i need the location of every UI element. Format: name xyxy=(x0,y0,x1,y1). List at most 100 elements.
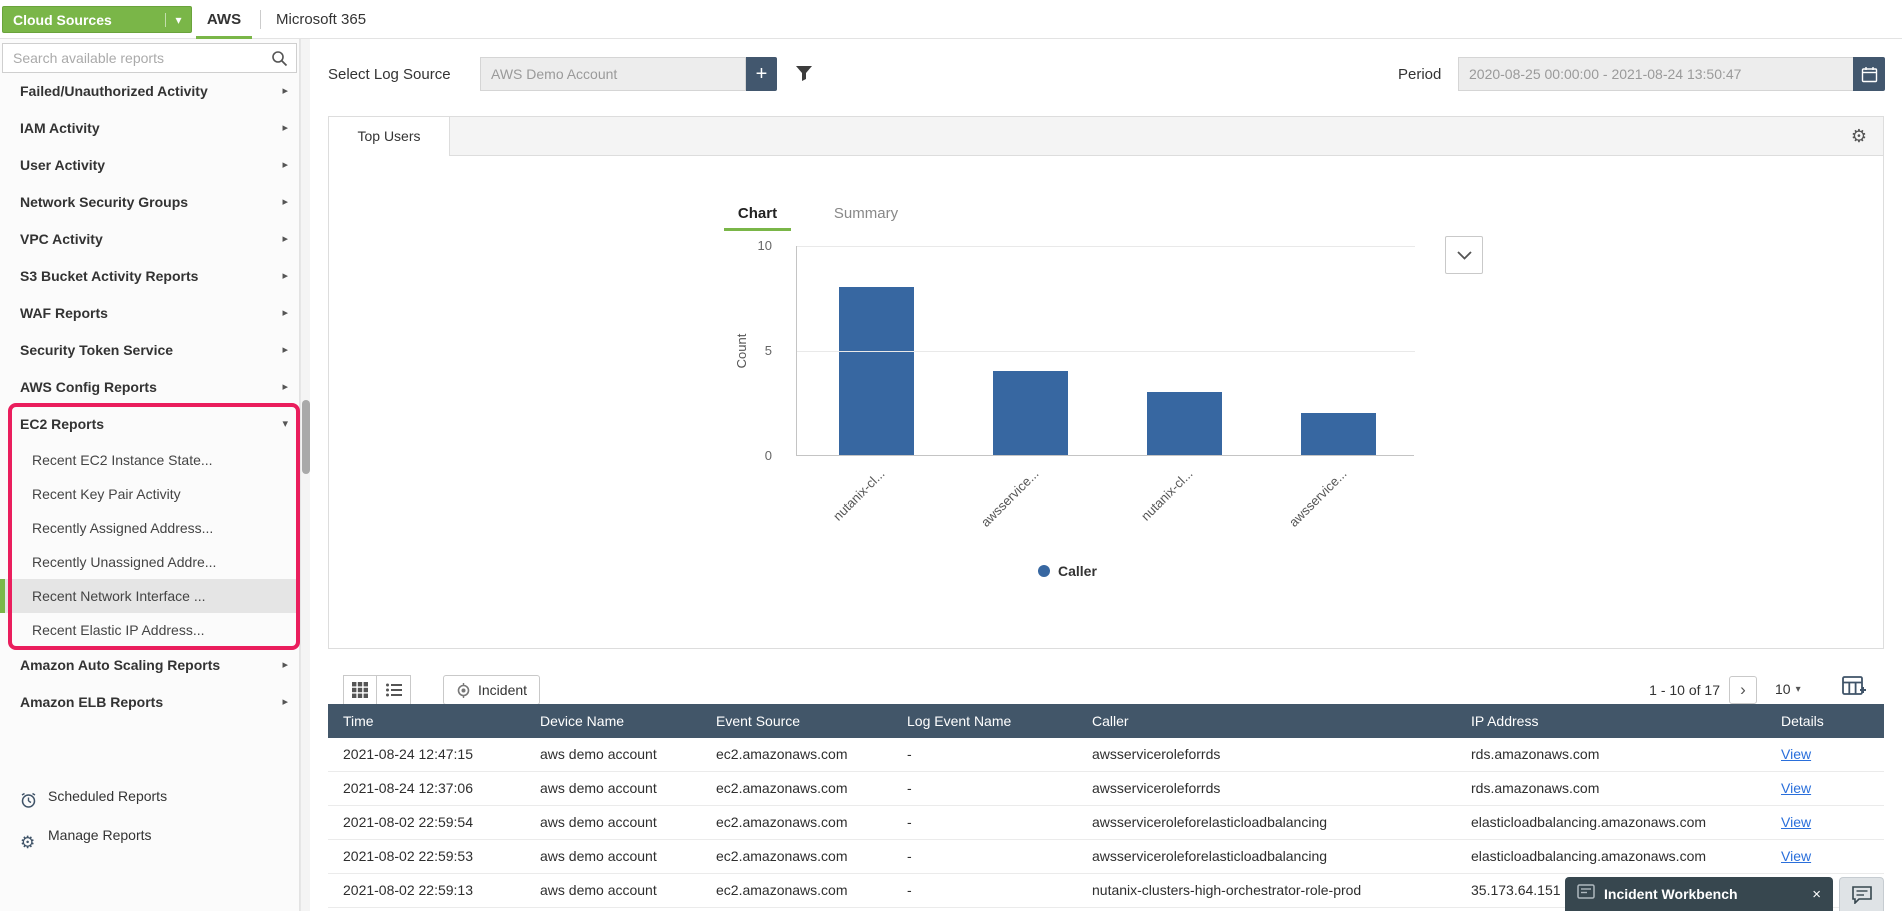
panel-settings-gear-icon[interactable]: ⚙ xyxy=(1851,126,1867,147)
next-page-button[interactable]: › xyxy=(1729,676,1757,704)
cloud-sources-dropdown[interactable]: Cloud Sources ▾ xyxy=(2,6,192,33)
chevron-down-icon[interactable]: ▾ xyxy=(165,13,191,27)
plus-icon: + xyxy=(756,63,768,86)
sidebar-subitem-recent-key-pair-activity[interactable]: Recent Key Pair Activity xyxy=(0,477,300,511)
add-log-source-button[interactable]: + xyxy=(746,57,777,91)
column-header-time[interactable]: Time xyxy=(328,704,525,738)
incident-button[interactable]: Incident xyxy=(443,675,540,705)
sidebar-item-vpc-activity[interactable]: VPC Activity ▸ xyxy=(0,221,300,258)
sidebar-item-iam-activity[interactable]: IAM Activity ▸ xyxy=(0,110,300,147)
column-header-details[interactable]: Details xyxy=(1766,704,1884,738)
cell-time: 2021-08-02 22:59:13 xyxy=(328,874,525,907)
cell-caller: awsserviceroleforrds xyxy=(1077,738,1456,771)
sidebar-scrollbar-thumb[interactable] xyxy=(302,400,310,474)
reports-sidebar: Failed/Unauthorized Activity ▸ IAM Activ… xyxy=(0,39,300,911)
sidebar-item-aws-config-reports[interactable]: AWS Config Reports ▸ xyxy=(0,369,300,406)
chevron-right-icon: ▸ xyxy=(282,73,288,110)
feedback-chat-button[interactable] xyxy=(1839,877,1884,911)
chevron-right-icon: ▸ xyxy=(282,332,288,369)
cell-log-event-name: - xyxy=(892,874,1077,907)
sidebar-scrollbar-track[interactable] xyxy=(300,39,310,911)
sidebar-item-network-security-groups[interactable]: Network Security Groups ▸ xyxy=(0,184,300,221)
tab-summary[interactable]: Summary xyxy=(826,201,906,231)
table-row[interactable]: 2021-08-24 12:37:06 aws demo account ec2… xyxy=(328,772,1884,806)
search-input[interactable] xyxy=(3,44,296,72)
selected-indicator xyxy=(0,579,5,613)
sidebar-subitem-recent-elastic-ip-address[interactable]: Recent Elastic IP Address... xyxy=(0,613,300,647)
bar[interactable] xyxy=(1147,392,1222,455)
incident-icon xyxy=(456,683,471,698)
list-view-button[interactable] xyxy=(377,675,411,705)
tab-separator xyxy=(260,10,261,29)
tab-chart[interactable]: Chart xyxy=(724,201,791,231)
grid-view-button[interactable] xyxy=(343,675,377,705)
calendar-icon xyxy=(1861,66,1878,83)
tab-top-users[interactable]: Top Users xyxy=(329,117,450,156)
table-row[interactable]: 2021-08-24 12:47:15 aws demo account ec2… xyxy=(328,738,1884,772)
chat-icon xyxy=(1852,886,1872,904)
log-source-input[interactable] xyxy=(480,57,746,91)
sidebar-subitem-recently-unassigned-address[interactable]: Recently Unassigned Addre... xyxy=(0,545,300,579)
sidebar-item-security-token-service[interactable]: Security Token Service ▸ xyxy=(0,332,300,369)
sidebar-subitem-recent-network-interface[interactable]: Recent Network Interface ... xyxy=(0,579,300,613)
search-icon[interactable] xyxy=(271,50,288,72)
table-row[interactable]: 2021-08-02 22:59:53 aws demo account ec2… xyxy=(328,840,1884,874)
x-axis-label: nutanix-cl... xyxy=(785,466,888,569)
column-header-caller[interactable]: Caller xyxy=(1077,704,1456,738)
list-icon xyxy=(386,683,402,697)
column-header-event-source[interactable]: Event Source xyxy=(701,704,892,738)
incident-workbench-bar[interactable]: Incident Workbench × xyxy=(1565,877,1833,911)
sidebar-item-failed-unauthorized-activity[interactable]: Failed/Unauthorized Activity ▸ xyxy=(0,73,300,110)
sidebar-item-user-activity[interactable]: User Activity ▸ xyxy=(0,147,300,184)
view-link[interactable]: View xyxy=(1781,848,1811,864)
sidebar-subitem-label: Recent EC2 Instance State... xyxy=(32,452,213,468)
view-link[interactable]: View xyxy=(1781,746,1811,762)
column-header-log-event-name[interactable]: Log Event Name xyxy=(892,704,1077,738)
column-header-device-name[interactable]: Device Name xyxy=(525,704,701,738)
view-link[interactable]: View xyxy=(1781,780,1811,796)
chevron-right-icon: ▸ xyxy=(282,369,288,406)
bar[interactable] xyxy=(1301,413,1376,455)
legend-label: Caller xyxy=(1058,563,1097,579)
sidebar-item-waf-reports[interactable]: WAF Reports ▸ xyxy=(0,295,300,332)
sidebar-subitem-recent-ec2-instance-state[interactable]: Recent EC2 Instance State... xyxy=(0,443,300,477)
tab-microsoft-365[interactable]: Microsoft 365 xyxy=(276,0,386,39)
sidebar-item-ec2-reports[interactable]: EC2 Reports ▾ xyxy=(0,406,300,443)
workbench-icon xyxy=(1577,884,1595,905)
y-axis-ticks: 0510 xyxy=(734,246,784,456)
sidebar-item-s3-bucket-activity-reports[interactable]: S3 Bucket Activity Reports ▸ xyxy=(0,258,300,295)
sidebar-item-amazon-auto-scaling-reports[interactable]: Amazon Auto Scaling Reports ▸ xyxy=(0,647,300,684)
chevron-down-icon: ▾ xyxy=(282,406,288,443)
sidebar-item-label: IAM Activity xyxy=(20,120,100,136)
tab-aws[interactable]: AWS xyxy=(196,0,252,39)
sidebar-subitem-label: Recently Assigned Address... xyxy=(32,520,213,536)
sidebar-item-label: EC2 Reports xyxy=(20,416,104,432)
sidebar-subitem-recently-assigned-address[interactable]: Recently Assigned Address... xyxy=(0,511,300,545)
sidebar-item-manage-reports[interactable]: ⚙ Manage Reports xyxy=(0,818,300,852)
chart-options-dropdown[interactable] xyxy=(1445,236,1483,274)
x-axis-label: nutanix-cl... xyxy=(1093,466,1196,569)
column-header-ip-address[interactable]: IP Address xyxy=(1456,704,1766,738)
page-size-dropdown[interactable]: 10 ▾ xyxy=(1775,681,1801,697)
filter-icon[interactable] xyxy=(795,64,813,87)
view-link[interactable]: View xyxy=(1781,814,1811,830)
close-icon[interactable]: × xyxy=(1800,886,1833,903)
chevron-right-icon: ▸ xyxy=(282,684,288,721)
cell-ip-address: elasticloadbalancing.amazonaws.com xyxy=(1456,840,1766,873)
page-size-value: 10 xyxy=(1775,681,1791,697)
bar[interactable] xyxy=(839,287,914,455)
sidebar-item-scheduled-reports[interactable]: Scheduled Reports xyxy=(0,779,300,813)
cell-ip-address: rds.amazonaws.com xyxy=(1456,772,1766,805)
chart-legend[interactable]: Caller xyxy=(1038,563,1097,579)
topbar: Cloud Sources ▾ AWS Microsoft 365 xyxy=(0,0,1902,39)
cell-caller: awsserviceroleforrds xyxy=(1077,772,1456,805)
column-settings-icon[interactable] xyxy=(1842,676,1866,703)
x-axis-label: awsservice... xyxy=(939,466,1042,569)
calendar-button[interactable] xyxy=(1853,57,1885,91)
period-input[interactable] xyxy=(1458,57,1854,91)
sidebar-item-amazon-elb-reports[interactable]: Amazon ELB Reports ▸ xyxy=(0,684,300,721)
grid-icon xyxy=(352,682,368,698)
bar[interactable] xyxy=(993,371,1068,455)
chevron-right-icon: ▸ xyxy=(282,184,288,221)
table-row[interactable]: 2021-08-02 22:59:54 aws demo account ec2… xyxy=(328,806,1884,840)
